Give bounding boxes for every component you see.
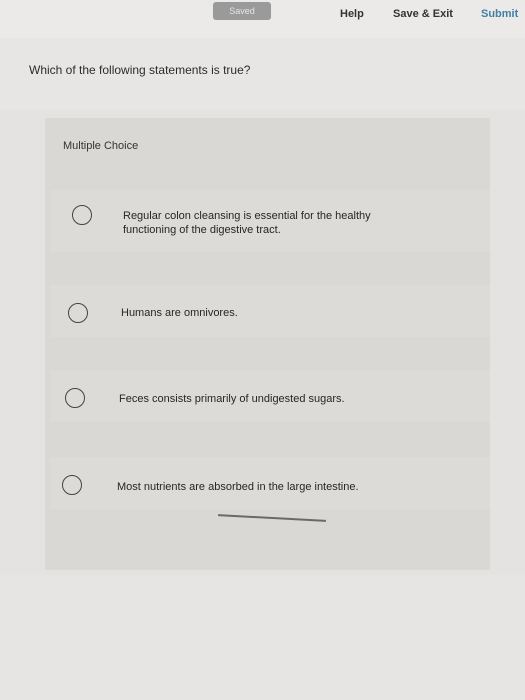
question-type-label: Multiple Choice	[63, 140, 139, 152]
radio-button-icon[interactable]	[72, 205, 92, 225]
save-exit-button[interactable]: Save & Exit	[393, 8, 453, 20]
saved-status-badge: Saved	[213, 2, 271, 20]
help-button[interactable]: Help	[340, 8, 364, 20]
answer-option-1[interactable]: Regular colon cleansing is essential for…	[50, 190, 490, 252]
answer-option-label: Most nutrients are absorbed in the large…	[117, 481, 359, 493]
radio-button-icon[interactable]	[65, 388, 85, 408]
answer-option-label: Regular colon cleansing is essential for…	[123, 210, 371, 236]
answer-option-label: Humans are omnivores.	[121, 307, 238, 319]
answer-option-label: Feces consists primarily of undigested s…	[119, 393, 345, 405]
bottom-area	[0, 575, 525, 700]
radio-button-icon[interactable]	[62, 475, 82, 495]
answer-option-2[interactable]: Humans are omnivores.	[50, 285, 490, 337]
answer-option-3[interactable]: Feces consists primarily of undigested s…	[50, 370, 490, 422]
answer-option-4[interactable]: Most nutrients are absorbed in the large…	[50, 457, 490, 509]
radio-button-icon[interactable]	[68, 303, 88, 323]
question-text: Which of the following statements is tru…	[29, 63, 251, 77]
top-bar: Saved Help Save & Exit Submit	[0, 0, 525, 38]
submit-button[interactable]: Submit	[481, 8, 518, 20]
